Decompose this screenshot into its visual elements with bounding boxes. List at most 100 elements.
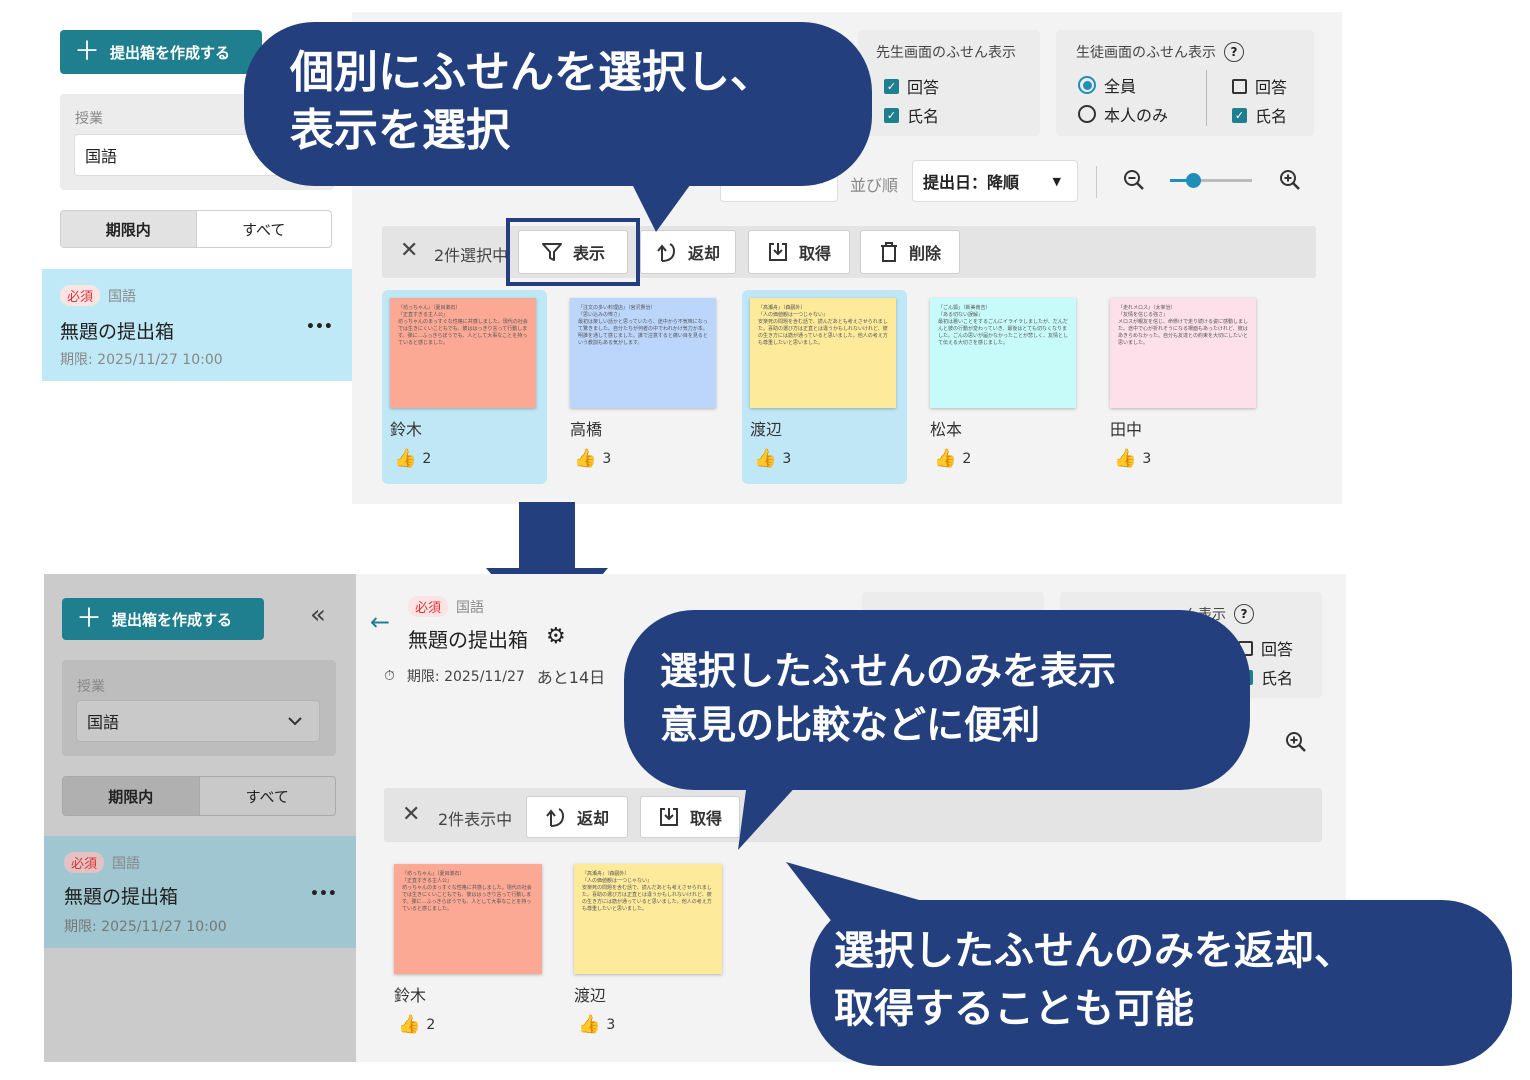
sticky-note: 『坊っちゃん』（夏目漱石） 『正直すぎる主人公』 坊っちゃんのまっすぐな性格に共…: [394, 864, 542, 974]
callout-bubble-3: 選択したふせんのみを返却、 取得することも可能: [810, 900, 1512, 1066]
checkbox-checked-icon[interactable]: ✓: [884, 107, 899, 123]
like-count[interactable]: 👍 3: [754, 448, 791, 469]
gear-icon[interactable]: ⚙: [546, 624, 566, 649]
student-name: 鈴木: [390, 420, 423, 439]
close-icon[interactable]: ✕: [400, 238, 418, 263]
box-list-item[interactable]: 必須 国語 無題の提出箱 ••• 期限: 2025/11/27 10:00: [42, 269, 352, 381]
sticky-card[interactable]: 『注文の多い料理店』（宮沢賢治） 『思い込みの怖さ』 最初は楽しい話かと思ってい…: [570, 298, 720, 478]
sticky-note: 『高瀬舟』（森鷗外） 『人の価値観は一つじゃない』 安楽死の問題を含む話で、読ん…: [574, 864, 722, 974]
zoom-in-icon[interactable]: [1284, 730, 1308, 754]
tab-within-deadline[interactable]: 期限内: [63, 777, 200, 815]
chevron-down-icon: ▼: [1052, 175, 1061, 188]
box-title: 無題の提出箱: [64, 886, 179, 908]
class-label: 授業: [77, 679, 105, 695]
zoom-in-icon[interactable]: [1278, 168, 1302, 192]
zoom-out-icon[interactable]: [1122, 168, 1146, 192]
callout-line: 意見の比較などに便利: [660, 703, 1041, 747]
more-menu-icon[interactable]: •••: [310, 886, 337, 902]
sort-label: 並び順: [850, 176, 899, 195]
box-deadline: 期限: 2025/11/27 10:00: [60, 352, 223, 368]
like-count[interactable]: 👍 3: [574, 448, 611, 469]
help-icon[interactable]: ?: [1234, 604, 1254, 624]
display-count: 2件表示中: [438, 810, 513, 829]
help-icon[interactable]: ?: [1224, 42, 1244, 62]
download-icon: [768, 243, 787, 261]
teacher-display-group: 先生画面のふせん表示 ✓ 回答 ✓ 氏名: [858, 30, 1040, 136]
student-display-group: 生徒画面のふせん表示 ? 全員 本人のみ 回答 ✓ 氏名: [1056, 30, 1314, 136]
tab-all[interactable]: すべて: [197, 211, 332, 247]
class-select[interactable]: 国語: [76, 700, 320, 742]
student-all-option[interactable]: 全員: [1078, 73, 1136, 97]
box-list-item[interactable]: 必須 国語 無題の提出箱 ••• 期限: 2025/11/27 10:00: [44, 836, 356, 948]
thumbs-up-icon: 👍: [934, 448, 957, 469]
divider: [1206, 70, 1207, 126]
return-button[interactable]: 返却: [526, 796, 628, 838]
callout-line: 個別にふせんを選択し、: [290, 47, 774, 98]
divider: [1096, 166, 1097, 198]
clock-icon: ⏱: [384, 668, 395, 684]
delete-button[interactable]: 削除: [860, 230, 960, 274]
like-count[interactable]: 👍 2: [934, 448, 971, 469]
selection-count: 2件選択中: [434, 246, 509, 265]
plus-icon: ＋: [74, 37, 101, 67]
student-self-option[interactable]: 本人のみ: [1078, 102, 1168, 126]
radio-selected-icon[interactable]: [1078, 76, 1096, 94]
checkbox-icon[interactable]: [1232, 78, 1247, 94]
like-count[interactable]: 👍 3: [1114, 448, 1151, 469]
sticky-card[interactable]: 『走れメロス』（太宰治） 『友情を信じる強さ』 メロスが親友を信じ、命懸けで走り…: [1110, 298, 1260, 478]
student-display-title: 生徒画面のふせん表示: [1076, 45, 1216, 61]
sticky-card[interactable]: 『高瀬舟』（森鷗外） 『人の価値観は一つじゃない』 安楽死の問題を含む話で、読ん…: [574, 864, 724, 1044]
callout-line: 選択したふせんのみを返却、: [834, 928, 1354, 974]
student-name: 渡辺: [750, 420, 783, 439]
period-toggle: 期限内 すべて: [60, 210, 332, 248]
tab-within-deadline[interactable]: 期限内: [61, 211, 197, 247]
student-name: 田中: [1110, 420, 1143, 439]
like-count[interactable]: 👍 2: [394, 448, 431, 469]
sticky-card[interactable]: 『坊っちゃん』（夏目漱石） 『正直すぎる主人公』 坊っちゃんのまっすぐな性格に共…: [394, 864, 544, 1044]
tab-all[interactable]: すべて: [200, 777, 336, 815]
thumbs-up-icon: 👍: [754, 448, 777, 469]
checkbox-checked-icon[interactable]: ✓: [884, 78, 899, 94]
return-icon: [546, 808, 564, 827]
more-menu-icon[interactable]: •••: [306, 319, 333, 335]
student-answer-option[interactable]: 回答: [1232, 74, 1287, 98]
zoom-slider[interactable]: [1170, 173, 1252, 188]
sticky-note: 『高瀬舟』（森鷗外） 『人の価値観は一つじゃない』 安楽死の問題を含む話で、読ん…: [750, 298, 896, 408]
get-button[interactable]: 取得: [640, 796, 740, 838]
sticky-card[interactable]: 『高瀬舟』（森鷗外） 『人の価値観は一つじゃない』 安楽死の問題を含む話で、読ん…: [750, 298, 900, 478]
get-button[interactable]: 取得: [748, 230, 850, 274]
student-name: 高橋: [570, 420, 603, 439]
create-box-button[interactable]: ＋ 提出箱を作成する: [62, 598, 264, 640]
subject-label: 国語: [108, 288, 137, 305]
callout-bubble-2: 選択したふせんのみを表示 意見の比較などに便利: [624, 610, 1250, 790]
deadline-row: ⏱ 期限: 2025/11/27 あと14日: [384, 668, 606, 687]
box-title: 無題の提出箱: [60, 321, 175, 343]
class-label: 授業: [75, 111, 103, 127]
sticky-card[interactable]: 『ごん狐』（新美南吉） 『ある切ない誤解』 最初は悪いことをするごんにイライラし…: [930, 298, 1080, 478]
teacher-name-option[interactable]: ✓ 氏名: [884, 103, 939, 127]
display-toolbar: ✕ 2件表示中: [384, 788, 1322, 842]
period-toggle: 期限内 すべて: [62, 776, 336, 816]
required-badge: 必須: [64, 852, 105, 873]
student-name-option[interactable]: ✓氏名: [1232, 103, 1287, 127]
thumbs-up-icon: 👍: [394, 448, 417, 469]
zoom-slider-handle[interactable]: [1186, 173, 1201, 188]
callout-line: 選択したふせんのみを表示: [660, 649, 1117, 693]
student-name: 渡辺: [574, 986, 607, 1005]
callout-bubble-1: 個別にふせんを選択し、 表示を選択: [244, 22, 872, 186]
back-arrow-icon[interactable]: ←: [370, 608, 390, 636]
like-count[interactable]: 👍 2: [398, 1014, 435, 1035]
close-icon[interactable]: ✕: [402, 802, 420, 827]
callout-line: 取得することも可能: [834, 986, 1194, 1032]
subject-label: 国語: [112, 855, 141, 872]
sticky-card[interactable]: 『坊っちゃん』（夏目漱石） 『正直すぎる主人公』 坊っちゃんのまっすぐな性格に共…: [390, 298, 540, 478]
student-name: 鈴木: [394, 986, 427, 1005]
teacher-answer-option[interactable]: ✓ 回答: [884, 74, 939, 98]
like-count[interactable]: 👍 3: [578, 1014, 615, 1035]
sticky-note: 『坊っちゃん』（夏目漱石） 『正直すぎる主人公』 坊っちゃんのまっすぐな性格に共…: [390, 298, 536, 408]
create-box-button[interactable]: ＋ 提出箱を作成する: [60, 30, 262, 74]
sort-select[interactable]: 提出日：降順 ▼: [912, 160, 1078, 202]
collapse-sidebar-icon[interactable]: «: [310, 600, 326, 630]
radio-icon[interactable]: [1078, 105, 1096, 123]
checkbox-checked-icon[interactable]: ✓: [1232, 107, 1247, 123]
